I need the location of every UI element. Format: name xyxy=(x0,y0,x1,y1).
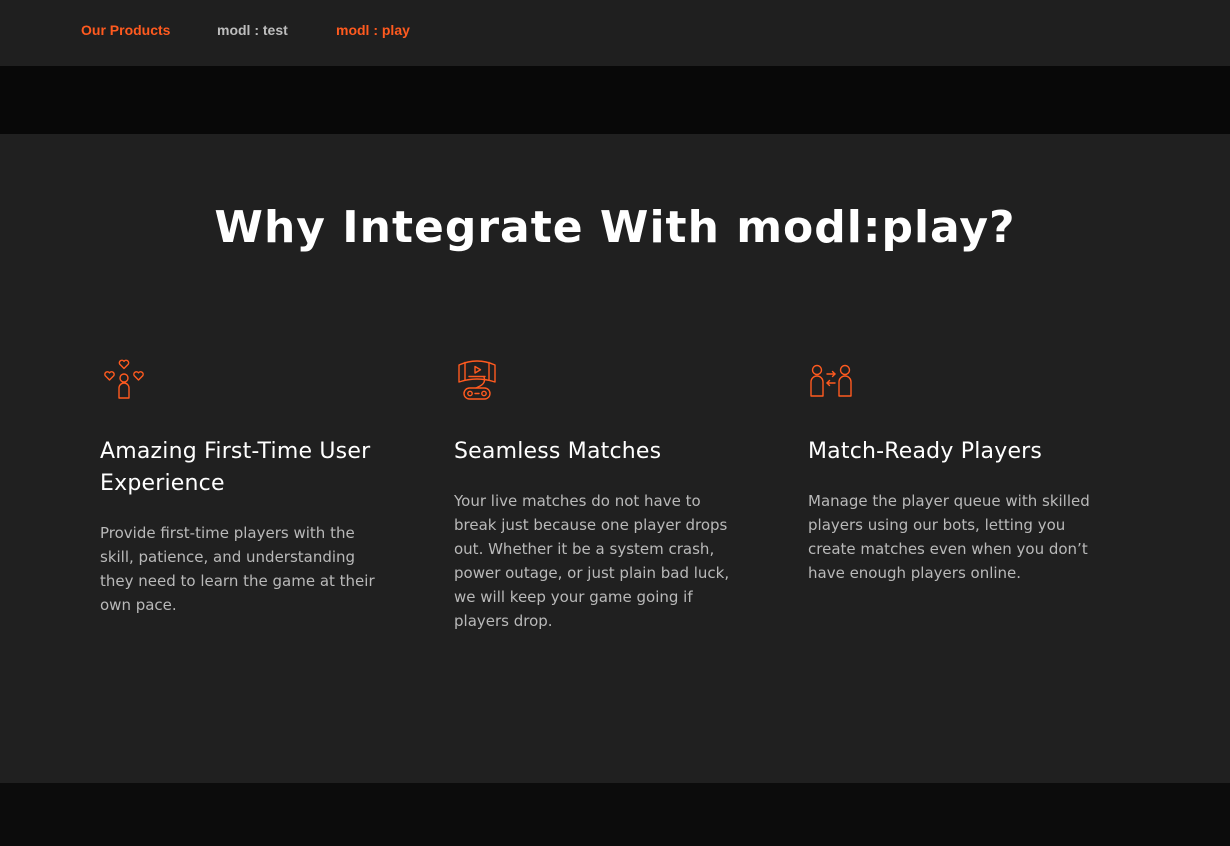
feature-title: Seamless Matches xyxy=(454,439,662,464)
player-swap-icon xyxy=(810,364,852,397)
nav-link-modl-play[interactable]: modl : play xyxy=(336,21,410,39)
feature-description: Your live matches do not have to break j… xyxy=(454,492,730,630)
feature-description: Provide first-time players with the skil… xyxy=(100,524,375,614)
feature-description: Manage the player queue with skilled pla… xyxy=(808,492,1090,582)
feature-title: Match-Ready Players xyxy=(808,439,1043,464)
feature-card-seamless-matches: Seamless Matches Your live matches do no… xyxy=(454,358,744,633)
dark-band xyxy=(0,66,1230,134)
hearts-player-icon xyxy=(104,359,144,399)
section-heading: Why Integrate With modl:play? xyxy=(214,202,1016,253)
feature-card-first-time-ux: Amazing First-Time User Experience Provi… xyxy=(100,358,390,617)
screen-controller-icon xyxy=(458,360,496,400)
bottom-band xyxy=(0,783,1230,846)
nav-link-our-products[interactable]: Our Products xyxy=(81,21,170,39)
feature-title: Amazing First-Time User Experience xyxy=(100,439,371,496)
top-nav: Our Products modl : test modl : play xyxy=(0,0,1230,66)
nav-link-modl-test[interactable]: modl : test xyxy=(217,21,288,39)
feature-card-match-ready: Match-Ready Players Manage the player qu… xyxy=(808,358,1098,585)
